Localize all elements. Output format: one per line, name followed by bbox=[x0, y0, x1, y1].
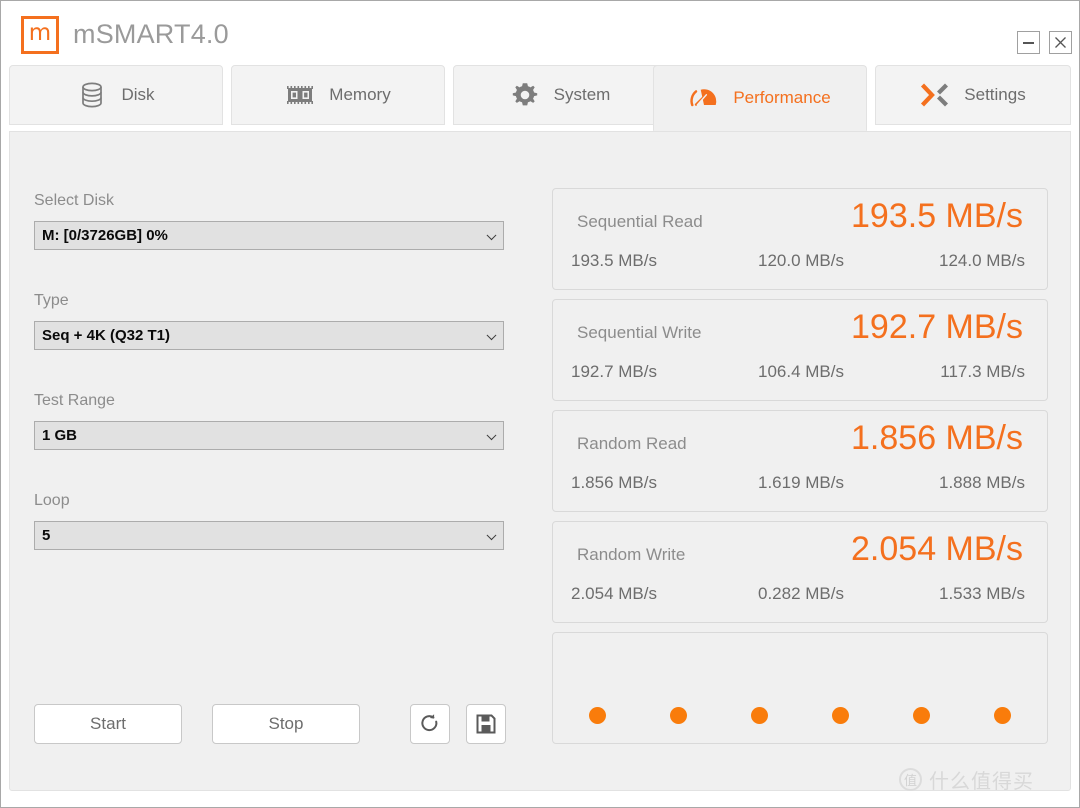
loop-dropdown[interactable]: 5 bbox=[34, 521, 504, 550]
result-run-2: 120.0 MB/s bbox=[757, 251, 844, 270]
type-dropdown[interactable]: Seq + 4K (Q32 T1) bbox=[34, 321, 504, 350]
close-button[interactable] bbox=[1049, 31, 1072, 54]
result-card-random-read: Random Read 1.856 MB/s 1.856 MB/s 1.619 … bbox=[552, 410, 1048, 512]
result-run-1: 1.856 MB/s bbox=[571, 473, 657, 492]
gear-icon bbox=[512, 83, 537, 106]
memory-icon bbox=[287, 86, 314, 104]
chevron-down-icon bbox=[486, 229, 497, 240]
result-run-2: 106.4 MB/s bbox=[757, 362, 844, 381]
close-icon bbox=[1055, 37, 1066, 48]
result-card-sequential-write: Sequential Write 192.7 MB/s 192.7 MB/s 1… bbox=[552, 299, 1048, 401]
result-headline-value: 2.054 MB/s bbox=[851, 530, 1023, 568]
tab-disk[interactable]: Disk bbox=[9, 65, 223, 125]
progress-dot bbox=[832, 707, 849, 724]
tab-settings[interactable]: Settings bbox=[875, 65, 1071, 125]
tab-bar: Disk Memory System Performance Settings bbox=[9, 65, 1071, 131]
title-bar: m mSMART4.0 bbox=[1, 1, 1079, 63]
tab-system[interactable]: System bbox=[453, 65, 667, 125]
loop-value: 5 bbox=[42, 527, 51, 544]
result-name: Random Read bbox=[577, 434, 687, 453]
action-button-row: Start Stop bbox=[34, 704, 506, 744]
watermark: 值 什么值得买 bbox=[899, 765, 1034, 794]
minimize-icon bbox=[1023, 41, 1034, 44]
refresh-icon bbox=[421, 714, 438, 732]
progress-dot bbox=[670, 707, 687, 724]
refresh-button[interactable] bbox=[410, 704, 450, 744]
result-run-values: 2.054 MB/s 0.282 MB/s 1.533 MB/s bbox=[553, 584, 1047, 604]
result-run-1: 192.7 MB/s bbox=[571, 362, 657, 381]
test-range-value: 1 GB bbox=[42, 427, 78, 444]
result-run-values: 192.7 MB/s 106.4 MB/s 117.3 MB/s bbox=[553, 362, 1047, 382]
test-range-dropdown[interactable]: 1 GB bbox=[34, 421, 504, 450]
app-logo-glyph: m bbox=[28, 19, 52, 46]
result-name: Random Write bbox=[577, 545, 686, 564]
watermark-badge-icon: 值 bbox=[899, 768, 922, 791]
stop-button[interactable]: Stop bbox=[212, 704, 360, 744]
tab-disk-label: Disk bbox=[121, 85, 155, 104]
save-icon bbox=[476, 714, 496, 734]
result-run-3: 1.888 MB/s bbox=[938, 473, 1025, 492]
result-headline-value: 1.856 MB/s bbox=[851, 419, 1023, 457]
tab-memory[interactable]: Memory bbox=[231, 65, 445, 125]
disk-icon bbox=[82, 82, 103, 108]
progress-dot bbox=[751, 707, 768, 724]
result-headline-value: 192.7 MB/s bbox=[851, 308, 1023, 346]
benchmark-settings-form: Select Disk M: [0/3726GB] 0% Type Seq + … bbox=[34, 192, 504, 550]
performance-panel: Select Disk M: [0/3726GB] 0% Type Seq + … bbox=[9, 131, 1071, 791]
tab-settings-label: Settings bbox=[964, 85, 1026, 104]
result-name: Sequential Read bbox=[577, 212, 703, 231]
result-card-random-write: Random Write 2.054 MB/s 2.054 MB/s 0.282… bbox=[552, 521, 1048, 623]
chevron-down-icon bbox=[486, 529, 497, 540]
app-logo-icon: m bbox=[21, 16, 59, 54]
progress-dot bbox=[994, 707, 1011, 724]
tab-memory-label: Memory bbox=[329, 85, 391, 104]
result-run-1: 2.054 MB/s bbox=[571, 584, 657, 603]
progress-dot-row bbox=[589, 707, 1011, 724]
result-card-sequential-read: Sequential Read 193.5 MB/s 193.5 MB/s 12… bbox=[552, 188, 1048, 290]
progress-indicator-panel bbox=[552, 632, 1048, 744]
type-value: Seq + 4K (Q32 T1) bbox=[42, 327, 170, 344]
result-run-2: 0.282 MB/s bbox=[757, 584, 844, 603]
type-label: Type bbox=[34, 292, 69, 309]
select-disk-label: Select Disk bbox=[34, 192, 115, 209]
speedometer-icon bbox=[690, 89, 717, 107]
result-run-2: 1.619 MB/s bbox=[757, 473, 844, 492]
tab-performance[interactable]: Performance bbox=[653, 65, 867, 131]
tab-system-label: System bbox=[553, 85, 611, 104]
result-run-3: 1.533 MB/s bbox=[938, 584, 1025, 603]
select-disk-dropdown[interactable]: M: [0/3726GB] 0% bbox=[34, 221, 504, 250]
stop-button-label: Stop bbox=[268, 714, 304, 733]
watermark-text: 什么值得买 bbox=[929, 769, 1034, 793]
result-run-1: 193.5 MB/s bbox=[571, 251, 657, 270]
test-range-label: Test Range bbox=[34, 392, 115, 409]
save-button[interactable] bbox=[466, 704, 506, 744]
chevron-down-icon bbox=[486, 429, 497, 440]
benchmark-results: Sequential Read 193.5 MB/s 193.5 MB/s 12… bbox=[552, 188, 1048, 744]
select-disk-value: M: [0/3726GB] 0% bbox=[42, 227, 168, 244]
start-button-label: Start bbox=[90, 714, 126, 733]
result-run-3: 117.3 MB/s bbox=[940, 362, 1025, 381]
application-window: m mSMART4.0 Disk Memory System Performan… bbox=[0, 0, 1080, 808]
tab-performance-label: Performance bbox=[733, 88, 831, 107]
loop-label: Loop bbox=[34, 492, 70, 509]
x-arrows-icon bbox=[921, 83, 949, 107]
app-title: mSMART4.0 bbox=[73, 19, 229, 49]
result-name: Sequential Write bbox=[577, 323, 702, 342]
chevron-down-icon bbox=[486, 329, 497, 340]
result-run-values: 1.856 MB/s 1.619 MB/s 1.888 MB/s bbox=[553, 473, 1047, 493]
result-run-values: 193.5 MB/s 120.0 MB/s 124.0 MB/s bbox=[553, 251, 1047, 271]
progress-dot bbox=[589, 707, 606, 724]
start-button[interactable]: Start bbox=[34, 704, 182, 744]
result-run-3: 124.0 MB/s bbox=[938, 251, 1025, 270]
minimize-button[interactable] bbox=[1017, 31, 1040, 54]
progress-dot bbox=[913, 707, 930, 724]
result-headline-value: 193.5 MB/s bbox=[851, 197, 1023, 235]
